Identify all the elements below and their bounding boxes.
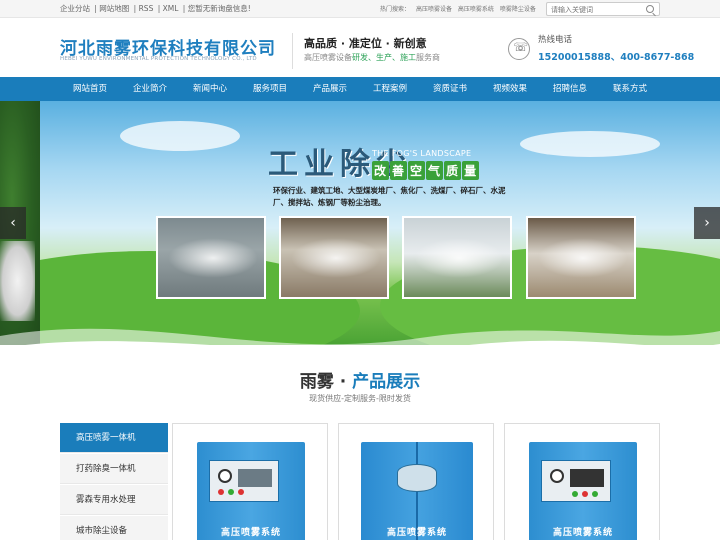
section-title-prefix: 雨雾 ·	[299, 372, 353, 392]
banner-tagline: 改善空气质量	[372, 161, 480, 180]
category-item[interactable]: 打药除臭一体机	[60, 454, 168, 484]
category-item[interactable]: 城市除尘设备	[60, 516, 168, 540]
section-title-main: 产品展示	[352, 372, 421, 392]
category-item[interactable]: 高压喷雾一体机	[60, 423, 168, 453]
hot-search-item[interactable]: 喷雾降尘设备	[500, 6, 536, 13]
product-image: 高压喷雾系统	[529, 442, 637, 540]
inquiry-notice[interactable]: 您暂无新询盘信息!	[188, 4, 251, 13]
product-image: 高压喷雾系统	[361, 442, 473, 540]
product-label: 高压喷雾系统	[220, 528, 281, 538]
tag-char: 改	[372, 161, 390, 180]
slogan-sub-text: 服务商	[416, 53, 440, 62]
banner-photo-shed	[526, 216, 636, 299]
banner-photo-factory	[279, 216, 389, 299]
product-card[interactable]: 高压喷雾系统	[172, 423, 328, 540]
nav-services[interactable]: 服务项目	[240, 77, 300, 101]
nav-products[interactable]: 产品展示	[300, 77, 360, 101]
nav-videos[interactable]: 视频效果	[480, 77, 540, 101]
tag-char: 善	[390, 161, 408, 180]
slogan-sub: 高压喷雾设备研发、生产、施工服务商	[304, 52, 440, 63]
site-header: 河北雨雾环保科技有限公司 HEBEI YUWU ENVIRONMENTAL PR…	[0, 19, 720, 77]
top-bar: 企业分站 | 网站地图 | RSS | XML | 您暂无新询盘信息! 热门搜索…	[0, 0, 720, 18]
product-image: 高压喷雾系统	[197, 442, 305, 540]
nav-contact[interactable]: 联系方式	[600, 77, 660, 101]
nav-news[interactable]: 新闻中心	[180, 77, 240, 101]
banner-photo-warehouse	[156, 216, 266, 299]
product-card[interactable]: 高压喷雾系统	[504, 423, 660, 540]
hero-banner[interactable]: 工业除尘 THE FOG'S LANDSCAPE 改善空气质量 环保行业、建筑工…	[0, 101, 720, 345]
hotline-label: 热线电话	[538, 35, 573, 45]
banner-description: 环保行业、建筑工地、大型煤炭堆厂、焦化厂、洗煤厂、碎石厂、水泥厂、搅拌站、炼钢厂…	[273, 186, 506, 207]
product-card[interactable]: 高压喷雾系统	[338, 423, 494, 540]
nav-certificates[interactable]: 资质证书	[420, 77, 480, 101]
link-xml[interactable]: XML	[163, 4, 179, 13]
chevron-right-icon[interactable]: ›	[694, 207, 720, 239]
search-box	[546, 2, 660, 16]
hot-search-item[interactable]: 高压喷雾设备	[416, 6, 452, 13]
company-logo-en: HEBEI YUWU ENVIRONMENTAL PROTECTION TECH…	[60, 56, 257, 62]
product-categories: 高压喷雾一体机 打药除臭一体机 雾森专用水处理 城市除尘设备	[60, 423, 168, 540]
nav-cases[interactable]: 工程案例	[360, 77, 420, 101]
link-rss[interactable]: RSS	[139, 4, 154, 13]
phone-icon	[508, 38, 530, 60]
cloud	[120, 121, 240, 151]
category-item[interactable]: 雾森专用水处理	[60, 485, 168, 515]
slogan-sub-highlight: 研发、生产、施工	[352, 53, 416, 62]
section-title: 雨雾 · 产品展示	[0, 367, 720, 392]
product-label: 高压喷雾系统	[552, 528, 613, 538]
wave-decoration	[0, 328, 720, 345]
slogan: 高品质 · 准定位 · 新创意	[304, 37, 427, 50]
divider	[292, 33, 293, 69]
link-sitemap[interactable]: 网站地图	[99, 4, 129, 13]
hotline-number: 15200015888、400-8677-868	[538, 52, 695, 63]
tag-char: 质	[444, 161, 462, 180]
hot-search: 热门搜索： 高压喷雾设备 高压喷雾系统 喷雾降尘设备	[380, 4, 540, 13]
product-label: 高压喷雾系统	[386, 528, 447, 538]
banner-photo-outdoor-spray	[402, 216, 512, 299]
tag-char: 空	[408, 161, 426, 180]
link-sub-sites[interactable]: 企业分站	[60, 4, 90, 13]
section-subtitle: 现货供应-定制服务-限时发货	[309, 394, 411, 403]
nav-home[interactable]: 网站首页	[60, 77, 120, 101]
nav-jobs[interactable]: 招聘信息	[540, 77, 600, 101]
slogan-sub-text: 高压喷雾设备	[304, 53, 352, 62]
nav-about[interactable]: 企业简介	[120, 77, 180, 101]
hot-search-item[interactable]: 高压喷雾系统	[458, 6, 494, 13]
hot-search-label: 热门搜索：	[380, 6, 411, 13]
main-nav: 网站首页 企业简介 新闻中心 服务项目 产品展示 工程案例 资质证书 视频效果 …	[0, 77, 720, 101]
tag-char: 气	[426, 161, 444, 180]
chevron-left-icon[interactable]: ‹	[0, 207, 26, 239]
banner-subtitle-en: THE FOG'S LANDSCAPE	[372, 149, 472, 158]
search-input[interactable]	[551, 4, 641, 15]
top-links: 企业分站 | 网站地图 | RSS | XML | 您暂无新询盘信息!	[60, 4, 251, 13]
cloud	[520, 131, 660, 157]
search-icon[interactable]	[646, 5, 654, 13]
tag-char: 量	[462, 161, 480, 180]
